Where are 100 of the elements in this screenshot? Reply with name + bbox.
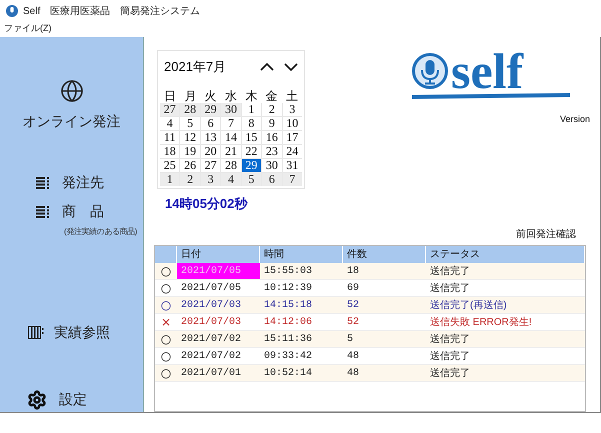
- table-cell-text: 52: [346, 316, 360, 330]
- table-cell-text: 15:11:36: [263, 332, 314, 346]
- calendar-day[interactable]: 3: [200, 172, 220, 186]
- calendar-day[interactable]: 27: [200, 158, 220, 172]
- calendar-day[interactable]: 31: [282, 158, 302, 172]
- table-cell-text: 52: [346, 298, 360, 312]
- calendar-day[interactable]: 12: [180, 130, 200, 144]
- settings-icon: [27, 390, 47, 410]
- status-mark: ○: [160, 263, 172, 279]
- calendar-day[interactable]: 29: [200, 102, 220, 116]
- table-row[interactable]: ○ 2021/07/05 10:12:39 69 送信完了: [155, 280, 585, 297]
- sidebar-note: (発注実績のある商品): [64, 226, 137, 238]
- calendar-day[interactable]: 22: [242, 144, 262, 158]
- calendar-day[interactable]: 30: [221, 102, 241, 116]
- status-mark: ○: [160, 297, 172, 313]
- columns-icon: [28, 326, 44, 339]
- calendar-day[interactable]: 25: [160, 158, 180, 172]
- table-cell-text: 送信完了: [429, 282, 471, 296]
- calendar-day[interactable]: 2: [262, 102, 282, 116]
- table-cell-text: 69: [346, 282, 360, 296]
- next-month-icon[interactable]: [284, 62, 298, 71]
- table-cell: 2021/07/05: [177, 263, 260, 279]
- version-text: Version: [560, 113, 590, 126]
- calendar-day[interactable]: 4: [221, 172, 241, 186]
- calendar-day[interactable]: 7: [221, 116, 241, 130]
- table-cell-text: 18: [346, 264, 360, 278]
- window-title: Self 医療用医薬品 簡易発注システム: [23, 4, 200, 18]
- table-cell-text: 10:52:14: [263, 366, 314, 380]
- sidebar-item[interactable]: 商 品: [36, 201, 104, 222]
- calendar-day[interactable]: 23: [262, 144, 282, 158]
- table-row[interactable]: ○ 2021/07/05 15:55:03 18 送信完了: [155, 263, 585, 280]
- calendar-day[interactable]: 11: [160, 130, 180, 144]
- calendar-day[interactable]: 1: [160, 172, 180, 186]
- calendar-day[interactable]: 1: [242, 102, 262, 116]
- calendar-day[interactable]: 5: [180, 116, 200, 130]
- table-cell-text: 2021/07/03: [180, 316, 242, 330]
- table-cell-text: 14:15:18: [263, 298, 314, 312]
- menu-item[interactable]: ファイル(Z): [4, 22, 52, 36]
- table-row[interactable]: ○ 2021/07/03 14:15:18 52 送信完了(再送信): [155, 297, 585, 314]
- calendar-day[interactable]: 14: [221, 130, 241, 144]
- status-mark: ○: [160, 331, 172, 347]
- list-icon: [36, 206, 50, 218]
- weekday-label: 火: [204, 88, 218, 102]
- calendar-day[interactable]: 18: [160, 144, 180, 158]
- calendar-day[interactable]: 10: [282, 116, 302, 130]
- online-order-button[interactable]: オンライン発注: [0, 79, 143, 132]
- weekday-label: 月: [183, 88, 198, 102]
- table-row[interactable]: × 2021/07/03 14:12:06 52 送信失敗 ERROR発生!: [155, 314, 585, 331]
- table-row[interactable]: ○ 2021/07/02 15:11:36 5 送信完了: [155, 331, 585, 348]
- calendar-day[interactable]: 15: [242, 130, 262, 144]
- calendar-day[interactable]: 21: [221, 144, 241, 158]
- calendar-day[interactable]: 26: [180, 158, 200, 172]
- table-cell-text: 15:55:03: [263, 264, 314, 278]
- table-cell-text: 10:12:39: [263, 282, 314, 296]
- globe-icon: [60, 79, 84, 103]
- table-cell-text: 送信完了: [429, 332, 471, 346]
- settings-button[interactable]: 設定: [0, 389, 143, 410]
- status-mark: ○: [160, 348, 172, 364]
- table-cell-text: 送信完了: [429, 366, 471, 380]
- calendar-day[interactable]: 7: [282, 172, 302, 186]
- table-cell-text: 5: [346, 332, 354, 346]
- calendar-day[interactable]: 17: [282, 130, 302, 144]
- previous-month-icon[interactable]: [260, 62, 274, 71]
- status-mark: ○: [160, 280, 172, 296]
- weekday-label: 水: [224, 88, 238, 102]
- table-cell-text: 送信完了(再送信): [429, 298, 508, 312]
- list-icon: [36, 176, 50, 188]
- calendar-day[interactable]: 20: [200, 144, 220, 158]
- table-cell-text: 09:33:42: [263, 350, 314, 364]
- calendar-day[interactable]: 19: [180, 144, 200, 158]
- clock-text: 14時05分02秒: [165, 194, 249, 212]
- calendar-day[interactable]: 28: [180, 102, 200, 116]
- calendar-day[interactable]: 2: [180, 172, 200, 186]
- table-row[interactable]: ○ 2021/07/02 09:33:42 48 送信完了: [155, 348, 585, 365]
- table-cell-text: 48: [346, 350, 360, 364]
- table-cell-text: 2021/07/03: [180, 298, 242, 312]
- calendar-day[interactable]: 27: [160, 102, 180, 116]
- table-cell-text: 送信失敗 ERROR発生!: [429, 316, 533, 330]
- calendar-day[interactable]: 4: [160, 116, 180, 130]
- weekday-label: 木: [244, 88, 258, 102]
- calendar-day[interactable]: 29: [242, 158, 262, 172]
- table-cell-text: 送信完了: [429, 264, 471, 278]
- logo-text: self: [451, 49, 524, 93]
- calendar-day[interactable]: 28: [221, 158, 241, 172]
- table-cell-text: 2021/07/02: [180, 332, 242, 346]
- sidebar-item[interactable]: 実績参照: [0, 322, 143, 343]
- calendar-day[interactable]: 3: [282, 102, 302, 116]
- calendar-day[interactable]: 5: [242, 172, 262, 186]
- calendar-day[interactable]: 30: [262, 158, 282, 172]
- calendar-day[interactable]: 9: [262, 116, 282, 130]
- calendar-day[interactable]: 13: [200, 130, 220, 144]
- calendar-day[interactable]: 8: [242, 116, 262, 130]
- sidebar-item[interactable]: 発注先: [36, 172, 104, 193]
- table-cell-text: 2021/07/01: [180, 366, 242, 380]
- calendar-day[interactable]: 24: [282, 144, 302, 158]
- table-row[interactable]: ○ 2021/07/01 10:52:14 48 送信完了: [155, 365, 585, 382]
- calendar-day[interactable]: 16: [262, 130, 282, 144]
- calendar-day[interactable]: 6: [262, 172, 282, 186]
- history-title: 前回発注確認: [516, 228, 576, 242]
- calendar-day[interactable]: 6: [200, 116, 220, 130]
